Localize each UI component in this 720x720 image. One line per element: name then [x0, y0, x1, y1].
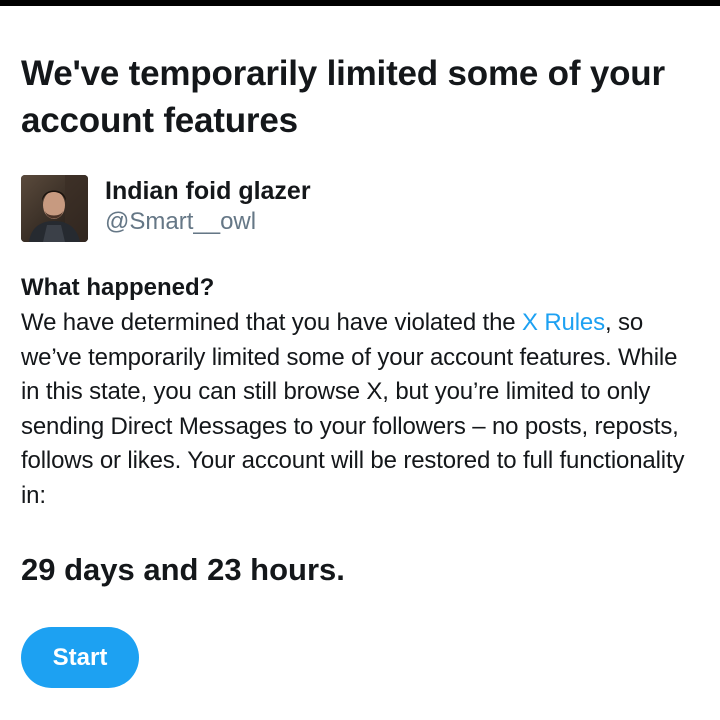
status-bar-edge	[0, 0, 720, 6]
notice-text-after-link: , so we’ve temporarily limited some of y…	[21, 309, 685, 509]
account-card: Indian foid glazer @Smart__owl	[21, 175, 701, 243]
limit-notice-page: We've temporarily limited some of your a…	[21, 50, 701, 688]
notice-body: We have determined that you have violate…	[21, 306, 701, 514]
profile-photo-icon	[21, 175, 88, 242]
restriction-countdown: 29 days and 23 hours.	[21, 552, 345, 587]
start-button[interactable]: Start	[21, 627, 139, 688]
x-rules-link[interactable]: X Rules	[522, 309, 605, 336]
avatar	[21, 175, 88, 242]
account-handle: @Smart__owl	[105, 208, 257, 235]
section-heading: What happened?	[21, 274, 215, 301]
notice-text-before-link: We have determined that you have violate…	[21, 309, 522, 336]
page-title: We've temporarily limited some of your a…	[21, 54, 665, 140]
account-identity: Indian foid glazer @Smart__owl	[105, 175, 311, 237]
what-happened-section: What happened? We have determined that y…	[21, 272, 701, 514]
display-name: Indian foid glazer	[105, 177, 311, 205]
